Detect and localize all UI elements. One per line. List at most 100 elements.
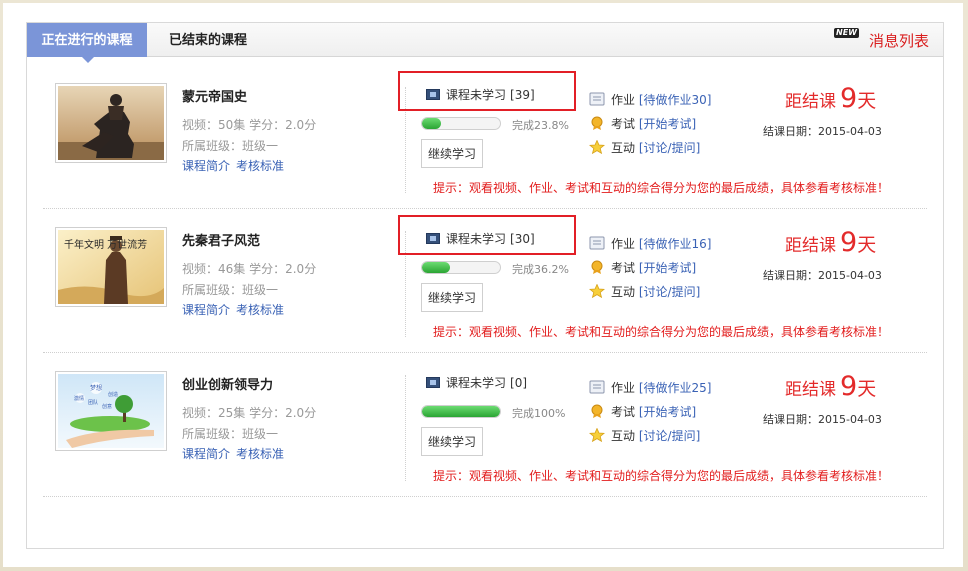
- tab-ended-courses[interactable]: 已结束的课程: [169, 23, 247, 57]
- course-thumbnail[interactable]: 千年文明 万世流芳: [55, 227, 167, 307]
- progress-text: 完成36.2%: [512, 263, 569, 276]
- new-badge-icon: NEW: [834, 28, 859, 38]
- homework-link[interactable]: [待做作业16]: [639, 237, 712, 251]
- star-icon: [589, 284, 605, 298]
- interact-row: 互动 [讨论/提问]: [589, 427, 700, 444]
- leadership-tree-image: 梦想 创造 激情 团队 创意: [58, 374, 164, 448]
- days-remaining-unit: 天: [857, 378, 877, 400]
- days-remaining-label: 距结课: [785, 380, 836, 400]
- thumb-text-1: 千年文明 万世流芳: [64, 238, 147, 251]
- exam-medal-icon: [591, 260, 603, 274]
- star-icon: [589, 428, 605, 442]
- thumb-word: 激情: [74, 395, 84, 402]
- days-remaining-label: 距结课: [785, 236, 836, 256]
- exam-row: 考试 [开始考试]: [589, 403, 696, 420]
- star-icon: [589, 140, 605, 154]
- course-links: 课程简介 考核标准: [182, 445, 290, 462]
- thumb-word: 团队: [88, 399, 98, 406]
- study-status-label: 课程未学习: [446, 376, 507, 390]
- exam-link[interactable]: [开始考试]: [639, 261, 696, 275]
- days-remaining: 距结课 9天: [785, 83, 876, 114]
- course-row: 蒙元帝国史 视频：50集 学分：2.0分 所属班级：班级一 课程简介 考核标准 课…: [43, 65, 927, 209]
- days-remaining: 距结课 9天: [785, 227, 876, 258]
- exam-row: 考试 [开始考试]: [589, 115, 696, 132]
- homework-link[interactable]: [待做作业25]: [639, 381, 712, 395]
- continue-study-button[interactable]: 继续学习: [421, 427, 483, 456]
- unstudied-count: [0]: [510, 376, 528, 390]
- course-intro-link[interactable]: 课程简介: [182, 303, 230, 317]
- days-remaining-number: 9: [840, 227, 858, 258]
- exam-link[interactable]: [开始考试]: [639, 117, 696, 131]
- course-thumbnail[interactable]: 梦想 创造 激情 团队 创意: [55, 371, 167, 451]
- course-row: 梦想 创造 激情 团队 创意 创业创新领导力 视频：25集 学分：2.0分 所属…: [43, 353, 927, 497]
- pre-qin-gentleman-image: 千年文明 万世流芳: [58, 230, 164, 304]
- unstudied-count: [30]: [510, 232, 535, 246]
- tab-ongoing-courses[interactable]: 正在进行的课程: [27, 23, 147, 63]
- days-remaining-label: 距结课: [785, 92, 836, 112]
- study-status: 课程未学习 [39]: [426, 85, 535, 105]
- progress-bar: [421, 261, 501, 274]
- study-status: 课程未学习 [0]: [426, 373, 527, 393]
- course-class: 所属班级：班级一: [182, 427, 279, 441]
- continue-study-button[interactable]: 继续学习: [421, 139, 483, 168]
- interact-label: 互动: [611, 141, 636, 155]
- continue-study-button[interactable]: 继续学习: [421, 283, 483, 312]
- exam-label: 考试: [611, 405, 636, 419]
- divider: [405, 375, 406, 481]
- course-intro-link[interactable]: 课程简介: [182, 447, 230, 461]
- exam-link[interactable]: [开始考试]: [639, 405, 696, 419]
- progress-fill: [422, 118, 441, 129]
- progress-fill: [422, 406, 500, 417]
- course-thumbnail[interactable]: [55, 83, 167, 163]
- credit-value: 学分：2.0分: [249, 406, 317, 420]
- assessment-link[interactable]: 考核标准: [236, 159, 284, 173]
- course-meta: 视频：46集 学分：2.0分: [182, 260, 316, 277]
- assessment-link[interactable]: 考核标准: [236, 303, 284, 317]
- progress-bar: [421, 405, 501, 418]
- course-intro-link[interactable]: 课程简介: [182, 159, 230, 173]
- credit-value: 学分：2.0分: [249, 118, 317, 132]
- video-count: 视频：25集: [182, 406, 246, 420]
- study-status-label: 课程未学习: [446, 232, 507, 246]
- grading-tip: 提示：观看视频、作业、考试和互动的综合得分为您的最后成绩，具体参看考核标准！: [433, 181, 890, 195]
- progress-text: 完成23.8%: [512, 119, 569, 132]
- course-class: 所属班级：班级一: [182, 283, 279, 297]
- days-remaining: 距结课 9天: [785, 371, 876, 402]
- assessment-link[interactable]: 考核标准: [236, 447, 284, 461]
- course-title[interactable]: 先秦君子风范: [182, 230, 260, 249]
- message-list-link[interactable]: 消息列表: [869, 30, 929, 51]
- film-icon: [426, 89, 440, 100]
- tab-caret-icon: [82, 57, 94, 63]
- course-title[interactable]: 创业创新领导力: [182, 374, 273, 393]
- credit-value: 学分：2.0分: [249, 262, 317, 276]
- homework-label: 作业: [611, 381, 636, 395]
- exam-label: 考试: [611, 117, 636, 131]
- days-remaining-unit: 天: [857, 234, 877, 256]
- exam-row: 考试 [开始考试]: [589, 259, 696, 276]
- thumb-word: 创造: [108, 391, 118, 398]
- homework-row: 作业 [待做作业30]: [589, 91, 711, 108]
- discussion-link[interactable]: [讨论/提问]: [639, 285, 700, 299]
- grading-tip: 提示：观看视频、作业、考试和互动的综合得分为您的最后成绩，具体参看考核标准！: [433, 325, 890, 339]
- mongol-emperor-image: [58, 86, 164, 160]
- course-class: 所属班级：班级一: [182, 139, 279, 153]
- progress-text: 完成100%: [512, 407, 566, 420]
- discussion-link[interactable]: [讨论/提问]: [639, 141, 700, 155]
- homework-label: 作业: [611, 237, 636, 251]
- homework-link[interactable]: [待做作业30]: [639, 93, 712, 107]
- days-remaining-number: 9: [840, 83, 858, 114]
- video-count: 视频：50集: [182, 118, 246, 132]
- days-remaining-number: 9: [840, 371, 858, 402]
- homework-icon: [589, 92, 605, 106]
- thumb-word: 梦想: [90, 384, 102, 392]
- course-meta: 视频：50集 学分：2.0分: [182, 116, 316, 133]
- exam-medal-icon: [591, 404, 603, 418]
- homework-row: 作业 [待做作业25]: [589, 379, 711, 396]
- tab-ongoing-label: 正在进行的课程: [41, 33, 133, 48]
- study-status-label: 课程未学习: [446, 88, 507, 102]
- homework-icon: [589, 380, 605, 394]
- video-count: 视频：46集: [182, 262, 246, 276]
- end-date: 结课日期：2015-04-03: [763, 413, 882, 426]
- course-title[interactable]: 蒙元帝国史: [182, 86, 247, 105]
- discussion-link[interactable]: [讨论/提问]: [639, 429, 700, 443]
